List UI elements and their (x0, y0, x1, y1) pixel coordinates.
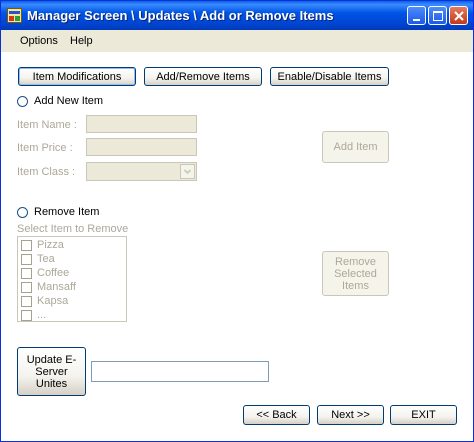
list-item[interactable]: ... (21, 308, 46, 322)
checkbox-icon (21, 295, 32, 307)
list-item[interactable]: Tea (21, 252, 55, 266)
select-item-label: Select Item to Remove (17, 223, 129, 235)
item-price-label: Item Price : (17, 142, 73, 154)
app-icon (7, 8, 22, 23)
item-class-label: Item Class : (17, 166, 76, 178)
remove-item-label: Remove Item (34, 206, 100, 218)
checkbox-icon (21, 253, 32, 265)
item-class-combo[interactable] (86, 162, 197, 181)
maximize-button[interactable] (428, 6, 447, 25)
back-button[interactable]: << Back (243, 405, 310, 425)
menu-help[interactable]: Help (70, 35, 93, 47)
main-panel: Item Modifications Add/Remove Items Enab… (1, 52, 473, 441)
combo-dropdown-button[interactable] (180, 164, 195, 179)
add-item-button[interactable]: Add Item (322, 131, 389, 163)
radio-circle-icon (17, 206, 28, 218)
exit-button[interactable]: EXIT (390, 405, 457, 425)
menu-options[interactable]: Options (20, 35, 58, 47)
title-bar[interactable]: Manager Screen \ Updates \ Add or Remove… (1, 1, 473, 30)
checkbox-icon (21, 309, 32, 321)
checkbox-icon (21, 239, 32, 251)
tab-add-remove-items[interactable]: Add/Remove Items (144, 67, 262, 86)
minimize-button[interactable] (407, 6, 426, 25)
list-item[interactable]: Mansaff (21, 280, 76, 294)
close-icon (454, 11, 464, 21)
list-item[interactable]: Kapsa (21, 294, 68, 308)
add-new-item-label: Add New Item (34, 95, 104, 107)
app-window: Manager Screen \ Updates \ Add or Remove… (0, 0, 474, 442)
update-status-field[interactable] (91, 361, 269, 382)
item-name-field[interactable] (86, 115, 197, 133)
update-e-server-button[interactable]: Update E-Server Unites (17, 347, 86, 396)
minimize-icon (413, 19, 420, 21)
item-price-field[interactable] (86, 138, 197, 156)
add-new-item-radio[interactable]: Add New Item (17, 95, 103, 107)
list-item[interactable]: Pizza (21, 238, 64, 252)
remove-selected-items-button[interactable]: Remove Selected Items (322, 251, 389, 296)
menu-bar: Options Help (1, 30, 473, 52)
tab-item-modifications[interactable]: Item Modifications (18, 67, 136, 86)
close-button[interactable] (449, 6, 468, 25)
checkbox-icon (21, 281, 32, 293)
list-item[interactable]: Coffee (21, 266, 69, 280)
checkbox-icon (21, 267, 32, 279)
remove-item-radio[interactable]: Remove Item (17, 206, 99, 218)
items-checklist[interactable]: Pizza Tea Coffee Mansaff Kapsa ... (17, 236, 127, 322)
window-title: Manager Screen \ Updates \ Add or Remove… (27, 8, 334, 23)
radio-circle-icon (17, 95, 28, 107)
tab-enable-disable-items[interactable]: Enable/Disable Items (270, 67, 389, 86)
chevron-down-icon (183, 169, 192, 175)
item-name-label: Item Name : (17, 119, 77, 131)
maximize-icon (433, 11, 443, 21)
next-button[interactable]: Next >> (317, 405, 384, 425)
